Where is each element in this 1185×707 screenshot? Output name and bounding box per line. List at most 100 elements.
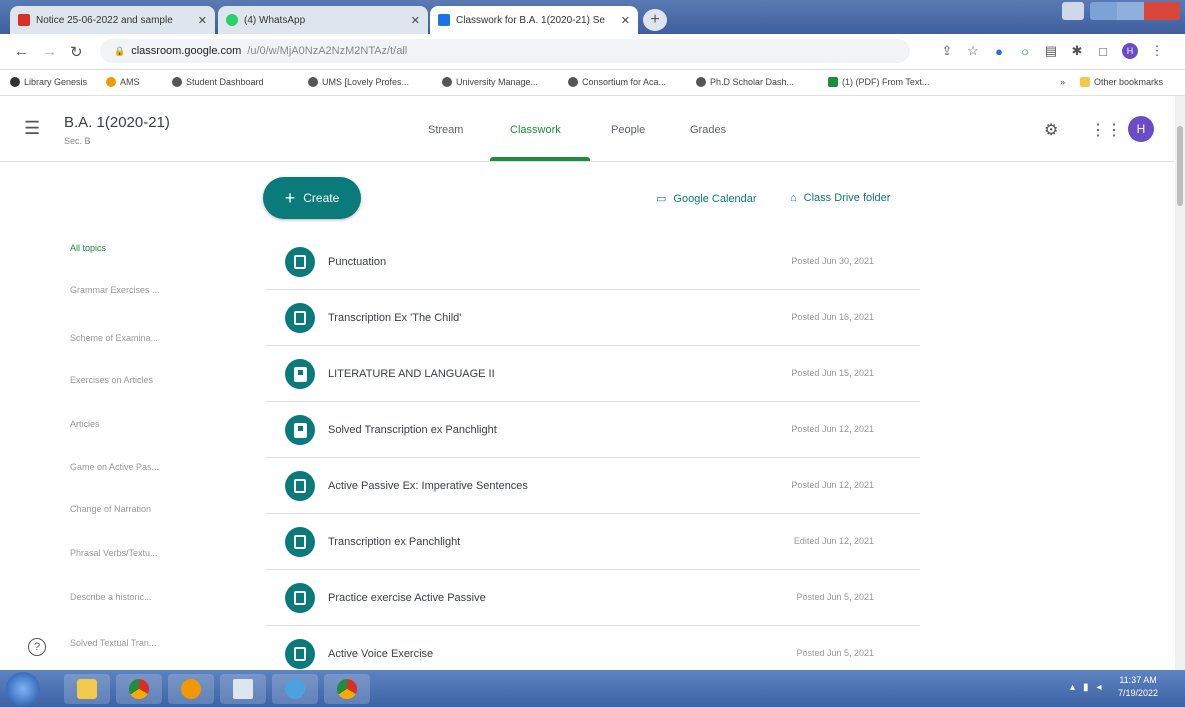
new-tab-button[interactable]: +: [643, 9, 667, 31]
system-clock[interactable]: 11:37 AM 7/19/2022: [1118, 674, 1158, 700]
reload-icon[interactable]: ↻: [70, 43, 83, 61]
bookmark-item[interactable]: AMS: [106, 77, 140, 87]
topic-item[interactable]: Scheme of Examina...: [70, 333, 158, 343]
other-bookmarks[interactable]: Other bookmarks: [1080, 77, 1163, 87]
window-controls[interactable]: [1090, 2, 1180, 20]
url-bar[interactable]: 🔒 classroom.google.com/u/0/w/MjA0NzA2NzM…: [100, 39, 910, 63]
class-drive-folder-link[interactable]: ⌂ Class Drive folder: [790, 192, 890, 204]
globe-icon: [568, 77, 578, 87]
bookmark-item[interactable]: Student Dashboard: [172, 77, 264, 87]
chrome-icon[interactable]: [324, 674, 370, 704]
page-scrollbar[interactable]: [1175, 96, 1185, 670]
classwork-item[interactable]: Solved Transcription ex Panchlight Poste…: [265, 402, 920, 458]
plus-icon: +: [284, 187, 296, 208]
bookmarks-bar: Library Genesis AMS Student Dashboard UM…: [0, 70, 1185, 96]
topic-item[interactable]: Game on Active Pas...: [70, 462, 159, 472]
google-calendar-link[interactable]: ▭ Google Calendar: [656, 192, 757, 206]
user-avatar[interactable]: H: [1128, 116, 1154, 142]
network-icon[interactable]: ▮: [1083, 682, 1089, 693]
topic-item[interactable]: Exercises on Articles: [70, 375, 153, 385]
assignment-icon: [285, 303, 315, 333]
assignment-icon: [285, 247, 315, 277]
assignment-icon: [285, 639, 315, 669]
apps-grid-icon[interactable]: ⋮⋮: [1090, 120, 1122, 140]
globe-icon: [696, 77, 706, 87]
class-title[interactable]: B.A. 1(2020-21): [64, 114, 170, 131]
assignment-icon: [285, 527, 315, 557]
close-tab-icon[interactable]: ✕: [621, 14, 630, 27]
topic-all[interactable]: All topics: [70, 243, 106, 253]
topic-item[interactable]: Solved Textual Tran...: [70, 638, 156, 648]
bookmark-star-icon[interactable]: ☆: [966, 43, 980, 58]
folder-icon: [1080, 77, 1090, 87]
tab-search-button[interactable]: [1062, 2, 1084, 20]
close-tab-icon[interactable]: ✕: [411, 14, 420, 27]
reading-list-icon[interactable]: ▤: [1044, 43, 1058, 58]
close-tab-icon[interactable]: ✕: [198, 14, 207, 27]
menu-kebab-icon[interactable]: ⋮: [1150, 43, 1164, 58]
globe-icon: [442, 77, 452, 87]
drive-folder-icon: ⌂: [790, 192, 797, 204]
classroom-icon: [438, 14, 450, 26]
classwork-item[interactable]: Active Passive Ex: Imperative Sentences …: [265, 458, 920, 514]
side-panel-icon[interactable]: □: [1096, 44, 1110, 59]
bookmark-item[interactable]: Library Genesis: [10, 77, 87, 87]
bookmark-item[interactable]: (1) (PDF) From Text...: [828, 77, 929, 87]
bookmark-item[interactable]: University Manage...: [442, 77, 538, 87]
system-tray[interactable]: ▴ ▮ ◂: [1070, 682, 1102, 693]
forward-arrow-icon[interactable]: →: [42, 43, 57, 60]
start-button[interactable]: [6, 672, 40, 706]
bookmark-item[interactable]: UMS [Lovely Profes...: [308, 77, 409, 87]
create-button[interactable]: + Create: [263, 177, 361, 219]
tab-grades[interactable]: Grades: [690, 124, 726, 136]
classroom-header: ☰ B.A. 1(2020-21) Sec. B Stream Classwor…: [0, 96, 1175, 162]
browser-tab-whatsapp[interactable]: (4) WhatsApp ✕: [218, 6, 428, 34]
help-icon[interactable]: ?: [28, 638, 46, 656]
pdf-icon: [828, 77, 838, 87]
bookmark-item[interactable]: Ph.D Scholar Dash...: [696, 77, 794, 87]
profile-avatar[interactable]: H: [1122, 43, 1138, 59]
browser-tab-gmail[interactable]: Notice 25-06-2022 and sample ✕: [10, 6, 215, 34]
lock-icon: 🔒: [114, 45, 126, 56]
topic-item[interactable]: Change of Narration: [70, 504, 151, 514]
settings-gear-icon[interactable]: ⚙: [1044, 120, 1058, 140]
share-icon[interactable]: ⇪: [940, 43, 954, 58]
more-bookmarks-chevron[interactable]: »: [1060, 77, 1065, 87]
classwork-item[interactable]: Transcription Ex 'The Child' Posted Jun …: [265, 290, 920, 346]
notepad-icon[interactable]: [220, 674, 266, 704]
whatsapp-icon: [226, 14, 238, 26]
media-player-icon[interactable]: [168, 674, 214, 704]
assignment-icon: [285, 583, 315, 613]
browser-tab-classroom[interactable]: Classwork for B.A. 1(2020-21) Se ✕: [430, 6, 638, 34]
scrollbar-thumb[interactable]: [1177, 126, 1183, 206]
topic-item[interactable]: Describe a historic...: [70, 592, 152, 602]
file-explorer-icon[interactable]: [64, 674, 110, 704]
classwork-item[interactable]: Practice exercise Active Passive Posted …: [265, 570, 920, 626]
material-icon: [285, 415, 315, 445]
show-hidden-icons[interactable]: ▴: [1070, 682, 1075, 693]
bookmark-icon: [106, 77, 116, 87]
topic-item[interactable]: Articles: [70, 419, 100, 429]
internet-explorer-icon[interactable]: [272, 674, 318, 704]
extension-icon[interactable]: ○: [1018, 44, 1032, 59]
topic-item[interactable]: Phrasal Verbs/Textu...: [70, 548, 158, 558]
topic-item[interactable]: Grammar Exercises ...: [70, 285, 160, 295]
chrome-icon[interactable]: [116, 674, 162, 704]
assignment-icon: [285, 471, 315, 501]
back-arrow-icon[interactable]: ←: [14, 43, 29, 60]
classwork-item[interactable]: LITERATURE AND LANGUAGE II Posted Jun 15…: [265, 346, 920, 402]
tab-stream[interactable]: Stream: [428, 124, 463, 136]
hamburger-menu-icon[interactable]: ☰: [24, 118, 40, 139]
extension-icon[interactable]: ●: [992, 44, 1006, 59]
gmail-icon: [18, 14, 30, 26]
calendar-icon: ▭: [656, 193, 667, 205]
volume-icon[interactable]: ◂: [1097, 682, 1102, 693]
bookmark-item[interactable]: Consortium for Aca...: [568, 77, 666, 87]
classwork-item[interactable]: Transcription ex Panchlight Edited Jun 1…: [265, 514, 920, 570]
tab-classwork[interactable]: Classwork: [510, 124, 561, 136]
globe-icon: [172, 77, 182, 87]
browser-tab-strip: Notice 25-06-2022 and sample ✕ (4) Whats…: [0, 0, 1185, 34]
extensions-puzzle-icon[interactable]: ✱: [1070, 43, 1084, 58]
tab-people[interactable]: People: [611, 124, 645, 136]
classwork-item[interactable]: Punctuation Posted Jun 30, 2021: [265, 234, 920, 290]
